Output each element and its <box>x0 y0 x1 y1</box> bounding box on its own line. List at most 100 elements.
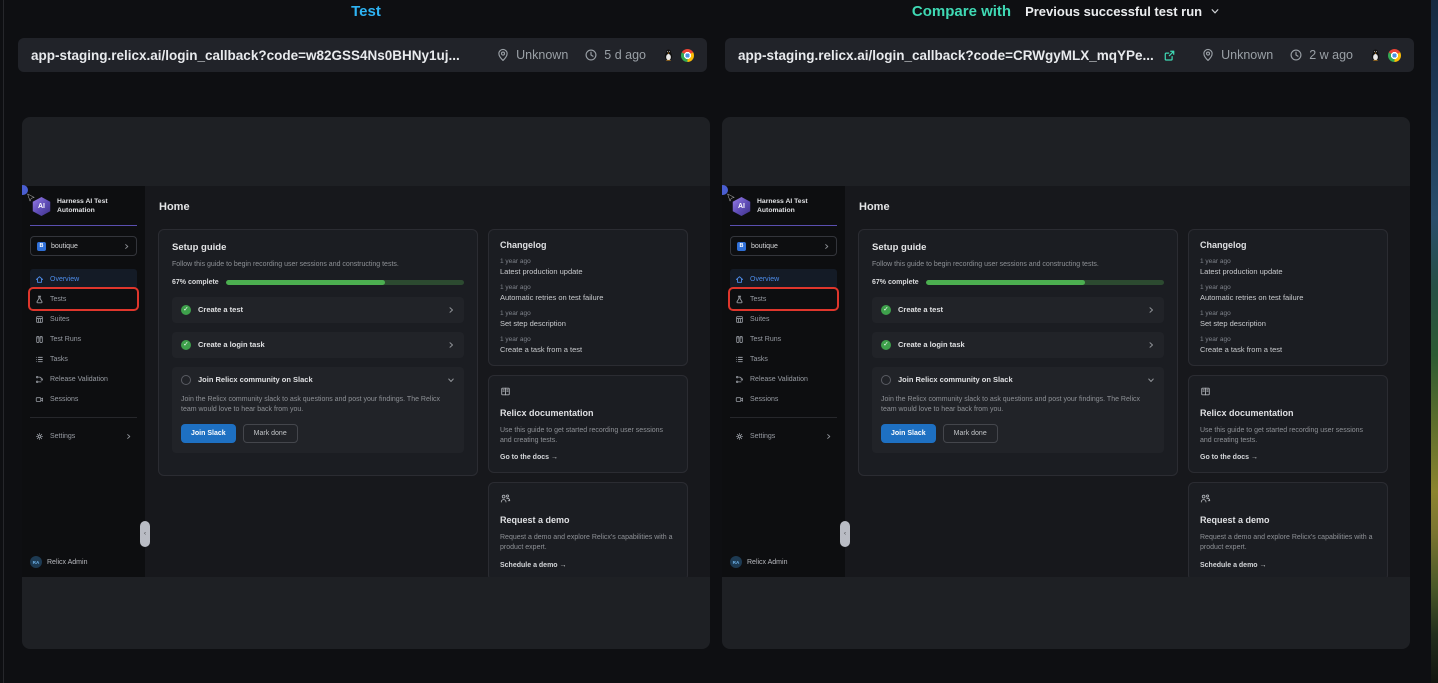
project-name: boutique <box>51 243 78 250</box>
step-description: Join the Relicx community slack to ask q… <box>872 395 1164 415</box>
external-link-icon[interactable] <box>1163 49 1176 62</box>
linux-tux-icon <box>662 48 675 62</box>
sidebar-item-label: Suites <box>50 316 69 323</box>
sidebar-item-release-validation[interactable]: Release Validation <box>30 369 137 389</box>
left-app-screenshot: AI Harness AI Test Automation B boutique… <box>22 186 710 577</box>
sidebar-item-label: Tasks <box>50 356 68 363</box>
project-selector[interactable]: B boutique <box>30 236 137 256</box>
changelog-time: 1 year ago <box>1200 310 1376 317</box>
list-icon <box>735 355 744 364</box>
sidebar-item-sessions[interactable]: Sessions <box>30 389 137 409</box>
compare-with-title: Compare with <box>912 3 1011 20</box>
progress-bar <box>926 280 1164 285</box>
demo-text: Request a demo and explore Relicx's capa… <box>500 533 676 553</box>
table-icon <box>735 315 744 324</box>
flask-icon <box>35 295 44 304</box>
mark-done-button[interactable]: Mark done <box>943 424 998 443</box>
sidebar-item-label: Release Validation <box>50 376 108 383</box>
sidebar-item-settings[interactable]: Settings <box>30 426 137 446</box>
chevron-right-icon <box>447 306 455 314</box>
user-name: Relicx Admin <box>747 559 787 566</box>
chevron-down-icon <box>1210 6 1220 16</box>
sidebar-item-label: Test Runs <box>750 336 781 343</box>
setup-step-join-slack-header[interactable]: Join Relicx community on Slack <box>172 367 464 393</box>
left-screenshot-panel: AI Harness AI Test Automation B boutique… <box>22 117 710 649</box>
chevron-right-icon <box>825 433 832 440</box>
sidebar-collapse-handle[interactable]: ‹ <box>840 521 850 547</box>
sidebar-item-overview[interactable]: Overview <box>730 269 837 289</box>
changelog-entry: 1 year ago Set step description <box>1200 310 1376 328</box>
left-edge-divider <box>3 0 4 683</box>
sidebar-item-suites[interactable]: Suites <box>730 309 837 329</box>
sidebar-collapse-handle[interactable]: ‹ <box>140 521 150 547</box>
chevron-right-icon <box>1147 306 1155 314</box>
step-label: Create a login task <box>898 340 965 349</box>
location-pin-icon <box>496 48 510 62</box>
sidebar-item-tasks[interactable]: Tasks <box>730 349 837 369</box>
chevron-down-icon <box>447 376 455 384</box>
location-pin-icon <box>1201 48 1215 62</box>
sidebar-item-tests[interactable]: Tests <box>730 289 837 309</box>
right-url-bar: app-staging.relicx.ai/login_callback?cod… <box>725 38 1414 72</box>
sidebar-user[interactable]: RA Relicx Admin <box>730 556 787 568</box>
branch-icon <box>735 375 744 384</box>
step-description: Join the Relicx community slack to ask q… <box>172 395 464 415</box>
sidebar-item-label: Overview <box>750 276 779 283</box>
columns-icon <box>735 335 744 344</box>
sidebar-item-test-runs[interactable]: Test Runs <box>730 329 837 349</box>
left-location-label: Unknown <box>516 48 568 62</box>
go-to-docs-link[interactable]: Go to the docs → <box>1200 454 1376 461</box>
project-selector[interactable]: B boutique <box>730 236 837 256</box>
chrome-icon <box>681 49 694 62</box>
changelog-entry: 1 year ago Automatic retries on test fai… <box>1200 284 1376 302</box>
docs-text: Use this guide to get started recording … <box>1200 426 1376 446</box>
demo-card: Request a demo Request a demo and explor… <box>488 482 688 577</box>
project-badge: B <box>37 242 46 251</box>
compare-run-dropdown[interactable]: Previous successful test run <box>1025 4 1220 19</box>
app-main: Home Setup guide Follow this guide to be… <box>845 186 1410 577</box>
sidebar-item-settings[interactable]: Settings <box>730 426 837 446</box>
progress-bar <box>226 280 464 285</box>
chevron-right-icon <box>123 243 130 250</box>
app-main: Home Setup guide Follow this guide to be… <box>145 186 710 577</box>
sidebar-item-release-validation[interactable]: Release Validation <box>730 369 837 389</box>
schedule-demo-link[interactable]: Schedule a demo → <box>500 562 676 569</box>
sidebar-item-suites[interactable]: Suites <box>30 309 137 329</box>
setup-step-create-login-task[interactable]: Create a login task <box>172 332 464 358</box>
avatar: RA <box>730 556 742 568</box>
project-badge: B <box>737 242 746 251</box>
changelog-entry: 1 year ago Automatic retries on test fai… <box>500 284 676 302</box>
go-to-docs-link[interactable]: Go to the docs → <box>500 454 676 461</box>
setup-guide-title: Setup guide <box>172 242 464 253</box>
changelog-time: 1 year ago <box>500 310 676 317</box>
setup-step-create-test[interactable]: Create a test <box>172 297 464 323</box>
test-title: Test <box>351 3 381 20</box>
sidebar-item-sessions[interactable]: Sessions <box>730 389 837 409</box>
changelog-title: Changelog <box>1200 240 1376 250</box>
sidebar-item-label: Tests <box>50 296 66 303</box>
setup-step-create-login-task[interactable]: Create a login task <box>872 332 1164 358</box>
sidebar-item-overview[interactable]: Overview <box>30 269 137 289</box>
check-circle-icon <box>181 305 191 315</box>
changelog-card: Changelog 1 year ago Latest production u… <box>1188 229 1388 366</box>
join-slack-button[interactable]: Join Slack <box>881 424 936 443</box>
avatar: RA <box>30 556 42 568</box>
sidebar-item-test-runs[interactable]: Test Runs <box>30 329 137 349</box>
demo-text: Request a demo and explore Relicx's capa… <box>1200 533 1376 553</box>
setup-guide-card: Setup guide Follow this guide to begin r… <box>158 229 478 476</box>
join-slack-button[interactable]: Join Slack <box>181 424 236 443</box>
relicx-app-screenshot: AI Harness AI Test Automation B boutique… <box>722 186 1410 577</box>
setup-step-create-test[interactable]: Create a test <box>872 297 1164 323</box>
sidebar-item-label: Sessions <box>750 396 778 403</box>
sidebar-item-label: Release Validation <box>750 376 808 383</box>
sidebar-item-label: Tests <box>750 296 766 303</box>
pending-circle-icon <box>881 375 891 385</box>
schedule-demo-link[interactable]: Schedule a demo → <box>1200 562 1376 569</box>
sidebar-user[interactable]: RA Relicx Admin <box>30 556 87 568</box>
changelog-entry: 1 year ago Latest production update <box>1200 258 1376 276</box>
sidebar-item-tasks[interactable]: Tasks <box>30 349 137 369</box>
setup-step-join-slack-header[interactable]: Join Relicx community on Slack <box>872 367 1164 393</box>
sidebar-item-tests[interactable]: Tests <box>30 289 137 309</box>
changelog-time: 1 year ago <box>1200 258 1376 265</box>
mark-done-button[interactable]: Mark done <box>243 424 298 443</box>
